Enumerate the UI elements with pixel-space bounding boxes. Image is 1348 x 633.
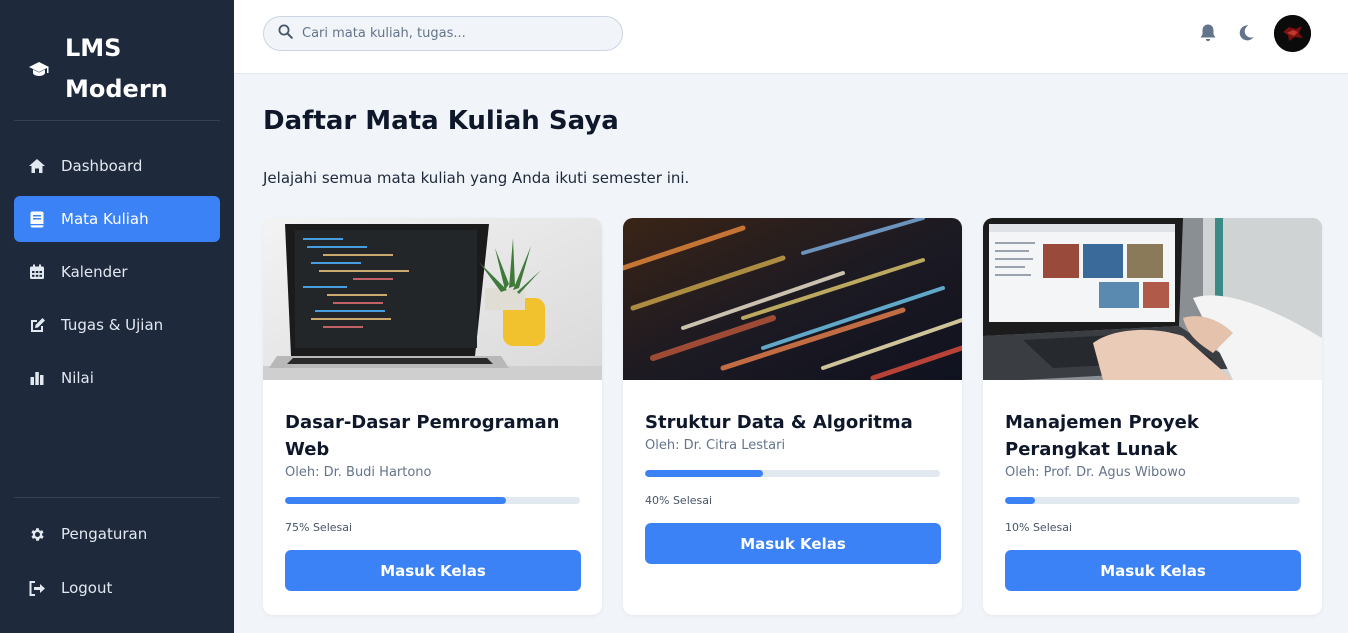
progress-bar	[645, 470, 940, 477]
progress-fill	[285, 497, 507, 504]
page-subtitle: Jelajahi semua mata kuliah yang Anda iku…	[263, 169, 690, 187]
chart-icon	[28, 369, 46, 387]
home-icon	[28, 157, 46, 175]
sidebar-item-kalender[interactable]: Kalender	[14, 249, 220, 295]
divider	[14, 497, 220, 498]
page-title: Daftar Mata Kuliah Saya	[263, 106, 619, 136]
progress-text: 10% Selesai	[1005, 521, 1073, 534]
course-title: Struktur Data & Algoritma	[645, 412, 913, 433]
progress-fill	[645, 470, 763, 477]
edit-icon	[28, 316, 46, 334]
sidebar-item-nilai[interactable]: Nilai	[14, 355, 220, 401]
sidebar-bottom-nav: Pengaturan Logout	[14, 511, 220, 619]
course-card: Dasar-Dasar Pemrograman Web Oleh: Dr. Bu…	[263, 218, 602, 615]
sidebar-item-mata-kuliah[interactable]: Mata Kuliah	[14, 196, 220, 242]
course-card: Struktur Data & Algoritma Oleh: Dr. Citr…	[623, 218, 962, 615]
brand-title: LMS Modern	[65, 34, 168, 103]
course-title: Dasar-Dasar Pemrograman Web	[285, 412, 560, 460]
progress-fill	[1005, 497, 1035, 504]
sidebar-nav: Dashboard Mata Kuliah Kalender Tugas & U…	[14, 143, 220, 408]
sidebar-item-label: Pengaturan	[61, 525, 148, 543]
logout-icon	[28, 579, 46, 597]
course-lecturer: Oleh: Dr. Citra Lestari	[645, 438, 786, 453]
sidebar-item-logout[interactable]: Logout	[14, 565, 220, 611]
search-box[interactable]	[263, 16, 623, 51]
calendar-icon	[28, 263, 46, 281]
sidebar-item-tugas-ujian[interactable]: Tugas & Ujian	[14, 302, 220, 348]
course-title: Manajemen Proyek Perangkat Lunak	[1005, 412, 1199, 460]
sidebar-item-pengaturan[interactable]: Pengaturan	[14, 511, 220, 557]
progress-bar	[285, 497, 580, 504]
gear-icon	[28, 525, 46, 543]
sidebar-item-label: Tugas & Ujian	[61, 316, 164, 334]
course-thumbnail	[983, 218, 1322, 380]
course-lecturer: Oleh: Prof. Dr. Agus Wibowo	[1005, 465, 1186, 480]
sidebar-item-label: Dashboard	[61, 157, 143, 175]
sidebar-item-dashboard[interactable]: Dashboard	[14, 143, 220, 189]
sidebar-item-label: Kalender	[61, 263, 128, 281]
bell-icon[interactable]	[1197, 22, 1219, 44]
course-thumbnail	[263, 218, 602, 380]
progress-bar	[1005, 497, 1300, 504]
progress-text: 40% Selesai	[645, 494, 713, 507]
book-icon	[28, 210, 46, 228]
sidebar-item-label: Logout	[61, 579, 113, 597]
divider	[14, 120, 220, 121]
course-lecturer: Oleh: Dr. Budi Hartono	[285, 465, 432, 480]
brand[interactable]: LMS Modern	[0, 0, 234, 120]
enter-class-button[interactable]: Masuk Kelas	[645, 523, 941, 564]
course-card: Manajemen Proyek Perangkat Lunak Oleh: P…	[983, 218, 1322, 615]
sidebar: LMS Modern Dashboard Mata Kuliah Kalende…	[0, 0, 234, 633]
enter-class-button[interactable]: Masuk Kelas	[1005, 550, 1301, 591]
top-header	[234, 0, 1348, 74]
moon-icon[interactable]	[1235, 22, 1257, 44]
search-input[interactable]	[302, 26, 602, 41]
graduation-cap-icon	[27, 57, 51, 81]
sidebar-item-label: Nilai	[61, 369, 94, 387]
progress-text: 75% Selesai	[285, 521, 353, 534]
sidebar-item-label: Mata Kuliah	[61, 210, 149, 228]
course-thumbnail	[623, 218, 962, 380]
enter-class-button[interactable]: Masuk Kelas	[285, 550, 581, 591]
avatar[interactable]	[1274, 15, 1311, 52]
search-icon	[278, 24, 293, 43]
